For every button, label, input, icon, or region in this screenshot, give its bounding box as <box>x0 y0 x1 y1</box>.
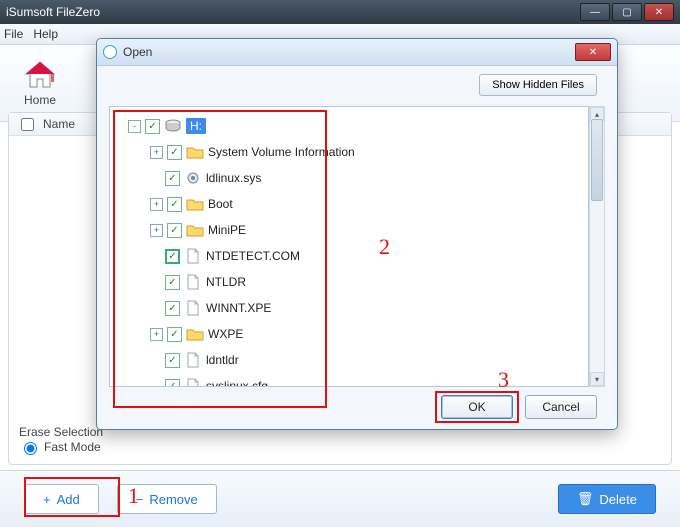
gear-icon <box>184 170 202 186</box>
tree-scrollbar[interactable]: ▴ ▾ <box>589 106 605 387</box>
dialog-title: Open <box>123 45 575 59</box>
tree-checkbox[interactable]: ✓ <box>165 249 180 264</box>
maximize-button[interactable]: ▢ <box>612 3 642 21</box>
dialog-titlebar: Open ✕ <box>97 39 617 66</box>
tree-item[interactable]: + ✓ System Volume Information <box>114 139 584 165</box>
tree-item-label: System Volume Information <box>208 145 355 159</box>
expand-toggle[interactable]: + <box>150 146 163 159</box>
expand-toggle <box>150 277 161 288</box>
folder-icon <box>186 222 204 238</box>
plus-icon: + <box>43 492 51 507</box>
file-icon <box>184 248 202 264</box>
ok-button[interactable]: OK <box>441 395 513 419</box>
minimize-button[interactable]: — <box>580 3 610 21</box>
tree-item[interactable]: ✓ syslinux.cfg <box>114 373 584 387</box>
expand-toggle[interactable]: + <box>150 224 163 237</box>
tree-checkbox[interactable]: ✓ <box>145 119 160 134</box>
open-dialog: Open ✕ Show Hidden Files -✓H:+✓System Vo… <box>96 38 618 430</box>
cancel-button[interactable]: Cancel <box>525 395 597 419</box>
show-hidden-files-button[interactable]: Show Hidden Files <box>479 74 597 96</box>
menu-file[interactable]: File <box>4 27 23 41</box>
delete-button[interactable]: 🗑 Delete <box>558 484 656 514</box>
titlebar: iSumsoft FileZero — ▢ ✕ <box>0 0 680 24</box>
file-icon <box>184 300 202 316</box>
fast-mode-option[interactable]: Fast Mode <box>19 439 101 455</box>
tree-checkbox[interactable]: ✓ <box>165 353 180 368</box>
menu-help[interactable]: Help <box>33 27 58 41</box>
tree-checkbox[interactable]: ✓ <box>167 223 182 238</box>
tree-item-label: WXPE <box>208 327 243 341</box>
tree-item-label: Boot <box>208 197 233 211</box>
dialog-body: Show Hidden Files -✓H:+✓System Volume In… <box>97 66 617 429</box>
tree-item-label: H: <box>186 118 206 134</box>
expand-toggle <box>150 251 161 262</box>
tree-item[interactable]: ✓ NTDETECT.COM <box>114 243 584 269</box>
expand-toggle <box>150 355 161 366</box>
add-button[interactable]: + Add <box>24 484 99 514</box>
tree-item-label: NTLDR <box>206 275 246 289</box>
tree-item-label: syslinux.cfg <box>206 379 268 387</box>
tree-item[interactable]: + ✓ MiniPE <box>114 217 584 243</box>
tree-checkbox[interactable]: ✓ <box>165 301 180 316</box>
expand-toggle <box>150 381 161 388</box>
tree-item[interactable]: -✓ H: <box>114 113 584 139</box>
fast-mode-radio[interactable] <box>24 442 37 455</box>
home-label: Home <box>24 93 56 107</box>
scroll-thumb[interactable] <box>591 119 603 201</box>
file-icon <box>184 378 202 387</box>
app-title: iSumsoft FileZero <box>6 5 580 19</box>
select-all-checkbox[interactable] <box>21 118 34 131</box>
drive-icon <box>164 118 182 134</box>
tree-item[interactable]: + ✓ WXPE <box>114 321 584 347</box>
close-button[interactable]: ✕ <box>644 3 674 21</box>
tree-item-label: WINNT.XPE <box>206 301 271 315</box>
tree-item-label: ldlinux.sys <box>206 171 261 185</box>
tree-item-label: ldntldr <box>206 353 239 367</box>
tree-checkbox[interactable]: ✓ <box>165 275 180 290</box>
home-icon <box>23 60 57 93</box>
folder-icon <box>186 144 204 160</box>
shredder-icon: 🗑 <box>577 491 594 507</box>
expand-toggle[interactable]: + <box>150 198 163 211</box>
expand-toggle <box>150 173 161 184</box>
tree-checkbox[interactable]: ✓ <box>167 145 182 160</box>
minus-icon: − <box>136 492 144 507</box>
tree-item[interactable]: ✓ NTLDR <box>114 269 584 295</box>
tree-item[interactable]: ✓ WINNT.XPE <box>114 295 584 321</box>
tree-item[interactable]: + ✓ Boot <box>114 191 584 217</box>
tree-item-label: MiniPE <box>208 223 246 237</box>
expand-toggle[interactable]: - <box>128 120 141 133</box>
column-name[interactable]: Name <box>43 117 75 131</box>
tree-item-label: NTDETECT.COM <box>206 249 300 263</box>
home-button[interactable]: Home <box>10 60 70 107</box>
tree-checkbox[interactable]: ✓ <box>167 327 182 342</box>
tree-item[interactable]: ✓ ldlinux.sys <box>114 165 584 191</box>
tree-checkbox[interactable]: ✓ <box>167 197 182 212</box>
remove-button[interactable]: − Remove <box>117 484 217 514</box>
tree-checkbox[interactable]: ✓ <box>165 379 180 388</box>
bottom-toolbar: + Add − Remove 🗑 Delete <box>0 470 680 527</box>
erase-label: Erase Selection <box>19 425 103 439</box>
folder-icon <box>186 196 204 212</box>
expand-toggle[interactable]: + <box>150 328 163 341</box>
file-icon <box>184 274 202 290</box>
file-icon <box>184 352 202 368</box>
tree-item[interactable]: ✓ ldntldr <box>114 347 584 373</box>
dialog-icon <box>103 45 117 59</box>
folder-icon <box>186 326 204 342</box>
tree-checkbox[interactable]: ✓ <box>165 171 180 186</box>
dialog-close-button[interactable]: ✕ <box>575 43 611 61</box>
expand-toggle <box>150 303 161 314</box>
main-window: iSumsoft FileZero — ▢ ✕ File Help Home N… <box>0 0 680 527</box>
file-tree[interactable]: -✓H:+✓System Volume Information✓ldlinux.… <box>109 106 589 387</box>
scroll-down-arrow[interactable]: ▾ <box>590 372 604 386</box>
